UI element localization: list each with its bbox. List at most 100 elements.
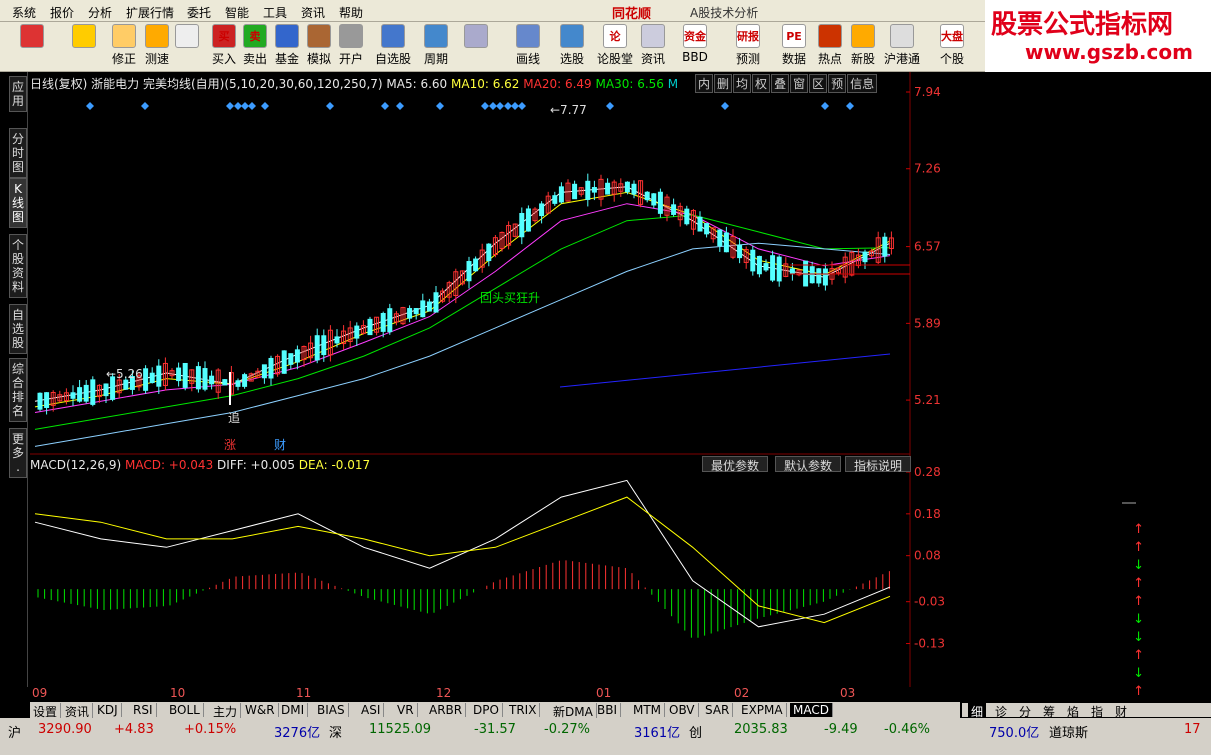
signal-diamond	[86, 102, 94, 110]
toolbar-label: 新股	[850, 52, 875, 66]
indicator-tab[interactable]: BBI	[594, 703, 622, 717]
toolbar-pencil-button[interactable]: 画线	[508, 24, 548, 70]
menu-help[interactable]: 帮助	[339, 4, 363, 21]
toolbar-label: 修正	[111, 52, 136, 66]
bid-row[interactable]	[962, 277, 1202, 295]
indicator-tab[interactable]: ASI	[358, 703, 385, 717]
left-nav-item[interactable]: 个股资料	[9, 234, 27, 298]
toolbar-back-arrow-button[interactable]	[66, 24, 102, 70]
indicator-tab[interactable]: DMI	[278, 703, 309, 717]
toolbar-up-down-arrow-button[interactable]: 修正	[108, 24, 140, 70]
signal-diamond	[518, 102, 526, 110]
x-tick-month: 12	[436, 686, 452, 700]
left-nav-item[interactable]: 分时图	[9, 128, 27, 178]
menu-system[interactable]: 系统	[12, 4, 36, 21]
menu-analysis[interactable]: 分析	[88, 4, 112, 21]
toolbar-sell-button[interactable]: 卖卖出	[240, 24, 270, 70]
candle-body	[809, 266, 815, 284]
macd-y-tick: -0.13	[914, 637, 945, 651]
toolbar-market-button[interactable]: 大盘 个股	[932, 24, 972, 70]
candle-body	[314, 335, 320, 361]
indicator-tab[interactable]: TRIX	[506, 703, 541, 717]
sz-pct: -0.27%	[544, 722, 590, 737]
left-nav-item[interactable]: 更多.	[9, 428, 27, 478]
optimal-params-button[interactable]: 最优参数	[702, 456, 769, 473]
toolbar-star-list-button[interactable]: 自选股	[372, 24, 414, 70]
menu-order[interactable]: 委托	[187, 4, 211, 21]
toolbar-clock-button[interactable]	[172, 24, 202, 70]
toolbar-lock-button[interactable]: 开户	[336, 24, 366, 70]
indicator-tab[interactable]: DPO	[470, 703, 503, 717]
cy-value[interactable]: 2035.83	[734, 722, 788, 737]
menu-ext-quote[interactable]: 扩展行情	[126, 4, 174, 21]
toolbar-sse-hke-button[interactable]: 沪港通	[880, 24, 924, 70]
toolbar-research-button[interactable]: 研报 预测	[726, 24, 770, 70]
bid-row[interactable]	[962, 258, 1202, 276]
left-nav-item[interactable]: 综合排名	[9, 358, 27, 422]
annotation-low: ←5.26	[106, 367, 143, 381]
indicator-tab[interactable]: EXPMA	[738, 703, 787, 717]
default-params-button[interactable]: 默认参数	[775, 456, 842, 473]
indicator-tab[interactable]: KDJ	[94, 703, 122, 717]
indicator-tab[interactable]: OBV	[666, 703, 699, 717]
bid-row[interactable]	[962, 296, 1202, 314]
sh-value[interactable]: 3290.90	[38, 722, 92, 737]
ma-line-ma30	[34, 214, 891, 430]
buy-glyph: 买	[218, 30, 230, 43]
indicator-tab[interactable]: MTM	[630, 703, 666, 717]
ad-banner[interactable]: 股票公式指标网 www.gszb.com	[985, 0, 1211, 72]
bid-row[interactable]	[962, 220, 1202, 238]
bid-row[interactable]	[962, 239, 1202, 257]
toolbar-grid-button[interactable]	[12, 24, 52, 70]
toolbar-pe-button[interactable]: PE 数据	[776, 24, 812, 70]
toolbar-capital-button[interactable]: 资金 BBD	[672, 24, 718, 70]
toolbar-new-stock-button[interactable]: 新股	[848, 24, 878, 70]
menu-tools[interactable]: 工具	[263, 4, 287, 21]
fund-icon	[275, 24, 299, 48]
indicator-tab[interactable]: W&R	[242, 703, 279, 717]
menu-news[interactable]: 资讯	[301, 4, 325, 21]
x-tick-month: 01	[596, 686, 612, 700]
toolbar-checkbox-button[interactable]	[458, 24, 494, 70]
candle-body	[591, 187, 597, 193]
ask-row[interactable]	[962, 139, 1202, 157]
indicator-tab[interactable]: SAR	[702, 703, 734, 717]
toolbar-speed-button[interactable]: 测速	[142, 24, 172, 70]
toolbar-label: 自选股	[374, 52, 411, 66]
indicator-tab[interactable]: BOLL	[166, 703, 204, 717]
annotation-signal: 回头买狂升	[480, 291, 540, 305]
indicator-tab[interactable]: RSI	[130, 703, 157, 717]
indicator-help-button[interactable]: 指标说明	[845, 456, 912, 473]
toolbar-cycle-button[interactable]: 周期	[418, 24, 454, 70]
toolbar-hot-button[interactable]: 热点	[814, 24, 846, 70]
stock-header	[962, 74, 1202, 92]
indicator-tab[interactable]: BIAS	[314, 703, 349, 717]
indicator-tab[interactable]: MACD	[790, 703, 833, 717]
candle-body	[717, 229, 723, 247]
menu-smart[interactable]: 智能	[225, 4, 249, 21]
toolbar-buy-button[interactable]: 买买入	[210, 24, 238, 70]
signal-diamond	[504, 102, 512, 110]
left-nav-item[interactable]: 应用	[9, 76, 27, 112]
ask-row[interactable]	[962, 158, 1202, 176]
kline-chart[interactable]: 7.94 7.26 6.57 5.89 5.21 ←7.77 ←5.26 回头买狂升追涨 财 0.…	[30, 72, 960, 687]
chart-area[interactable]: 日线(复权) 浙能电力 完美均线(自用)(5,10,20,30,60,120,2…	[30, 72, 960, 687]
left-nav-item[interactable]: K线图	[9, 178, 27, 228]
indicator-tab[interactable]: VR	[394, 703, 418, 717]
tick-row: ↑	[962, 522, 1202, 540]
ask-row[interactable]	[962, 177, 1202, 195]
sz-value[interactable]: 11525.09	[369, 722, 431, 737]
indicator-tab[interactable]: ARBR	[426, 703, 467, 717]
news-icon	[641, 24, 665, 48]
ask-row[interactable]	[962, 120, 1202, 138]
ask-row[interactable]	[962, 196, 1202, 214]
toolbar-news-button[interactable]: 资讯	[638, 24, 668, 70]
toolbar-screen-button[interactable]: 选股	[552, 24, 592, 70]
toolbar-forum-button[interactable]: 论论股堂	[596, 24, 634, 70]
sector-compare-button[interactable]	[1122, 502, 1136, 504]
left-nav-item[interactable]: 自选股	[9, 304, 27, 354]
toolbar-fund-button[interactable]: 基金	[272, 24, 302, 70]
menu-quote[interactable]: 报价	[50, 4, 74, 21]
big-order-notice[interactable]	[962, 314, 1202, 332]
toolbar-hammer-button[interactable]: 模拟	[304, 24, 334, 70]
